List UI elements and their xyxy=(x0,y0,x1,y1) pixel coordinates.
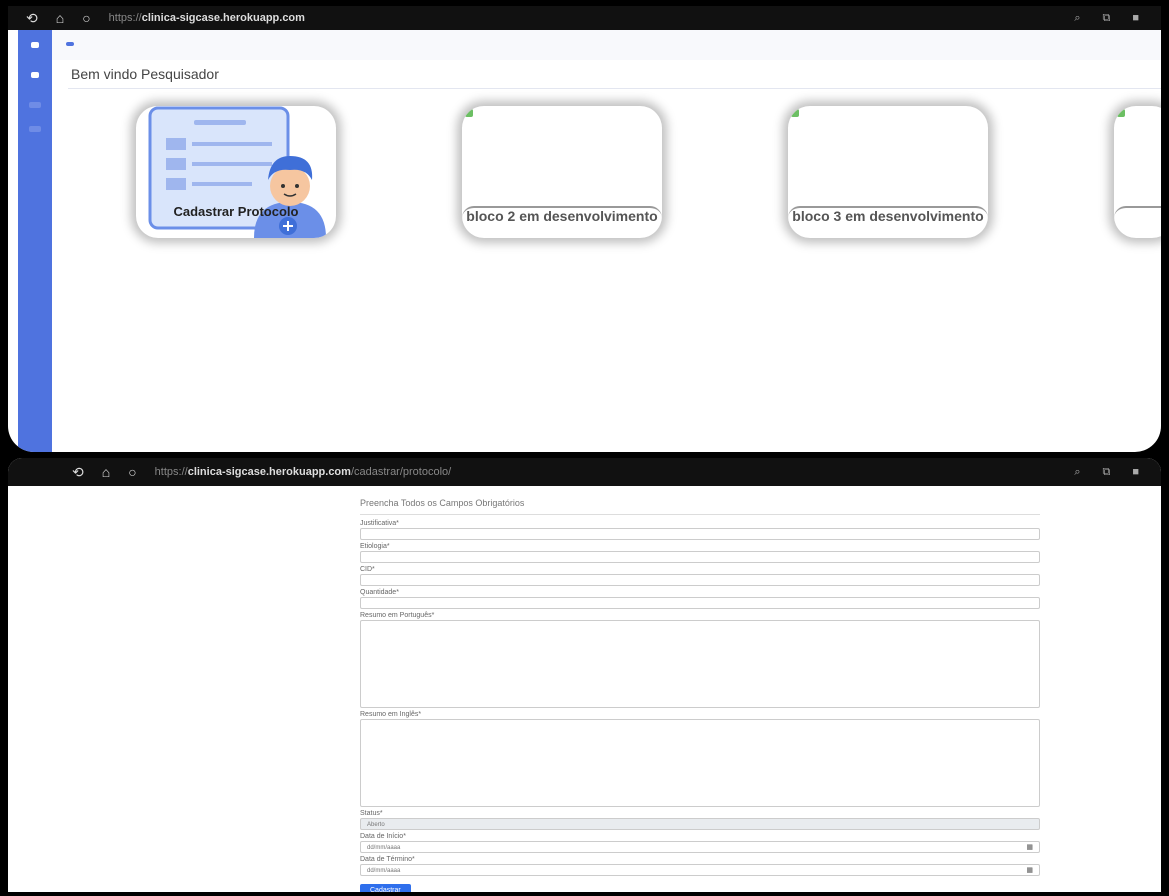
menu-toggle-icon[interactable] xyxy=(66,42,74,46)
address-bar[interactable]: https://clinica-sigcase.herokuapp.com/ca… xyxy=(155,466,452,478)
menu-icon[interactable]: ■ xyxy=(1132,12,1139,25)
card-label: bloco 3 em desenvolvimento xyxy=(792,208,984,224)
sidebar-item-icon[interactable] xyxy=(29,102,41,108)
cid-label: CID* xyxy=(360,566,375,573)
justificativa-field[interactable] xyxy=(360,528,1040,540)
card-bloco-4[interactable] xyxy=(1114,106,1161,238)
sidebar xyxy=(18,30,52,452)
sidebar-dashboard-icon[interactable] xyxy=(31,72,39,78)
form-title: Preencha Todos os Campos Obrigatórios xyxy=(360,498,525,508)
data-inicio-field[interactable]: dd/mm/aaaa ▦ xyxy=(360,841,1040,853)
resumo-en-textarea[interactable] xyxy=(360,719,1040,807)
resumo-en-label: Resumo em Inglês* xyxy=(360,711,422,718)
card-bloco-3[interactable]: bloco 3 em desenvolvimento xyxy=(788,106,988,238)
browser-toolbar: ⟲ ⌂ ○ https://clinica-sigcase.herokuapp.… xyxy=(8,6,1161,30)
browser-toolbar: ⟲ ⌂ ○ https://clinica-sigcase.herokuapp.… xyxy=(8,458,1161,486)
resumo-pt-textarea[interactable] xyxy=(360,620,1040,708)
broken-image-icon xyxy=(465,109,473,117)
menu-icon[interactable]: ■ xyxy=(1132,466,1139,479)
quantidade-label: Quantidade* xyxy=(360,589,399,596)
divider xyxy=(68,88,1161,89)
quantidade-field[interactable] xyxy=(360,597,1040,609)
data-termino-field[interactable]: dd/mm/aaaa ▦ xyxy=(360,864,1040,876)
sidebar-toggle-icon[interactable] xyxy=(31,42,39,48)
etiologia-field[interactable] xyxy=(360,551,1040,563)
sidebar-item-icon[interactable] xyxy=(29,126,41,132)
card-cadastrar-protocolo[interactable]: Cadastrar Protocolo xyxy=(136,106,336,238)
calendar-icon[interactable]: ▦ xyxy=(1026,842,1033,854)
card-bloco-2[interactable]: bloco 2 em desenvolvimento xyxy=(462,106,662,238)
submit-button[interactable]: Cadastrar xyxy=(360,884,411,892)
card-label: Cadastrar Protocolo xyxy=(173,204,299,219)
data-termino-label: Data de Término* xyxy=(360,856,415,863)
broken-image-icon xyxy=(791,109,799,117)
tabs-icon[interactable]: ⧉ xyxy=(1102,466,1110,479)
broken-image-icon xyxy=(1117,109,1125,117)
status-label: Status* xyxy=(360,810,383,817)
topbar xyxy=(52,30,1161,60)
page-title: Bem vindo Pesquisador xyxy=(71,66,219,82)
search-icon[interactable]: ⌕ xyxy=(1074,466,1080,479)
address-bar[interactable]: https://clinica-sigcase.herokuapp.com xyxy=(109,12,305,24)
resumo-pt-label: Resumo em Português* xyxy=(360,612,435,619)
home-icon[interactable]: ⌂ xyxy=(102,464,110,480)
home-icon[interactable]: ⌂ xyxy=(56,10,64,26)
etiologia-label: Etiologia* xyxy=(360,543,390,550)
search-icon[interactable]: ⌕ xyxy=(1074,12,1080,25)
justificativa-label: Justificativa* xyxy=(360,520,399,527)
cid-field[interactable] xyxy=(360,574,1040,586)
lock-icon: ○ xyxy=(128,464,137,480)
status-field: Aberto xyxy=(360,818,1040,830)
reload-icon[interactable]: ⟲ xyxy=(72,464,84,481)
calendar-icon[interactable]: ▦ xyxy=(1026,865,1033,877)
back-icon[interactable]: ⟲ xyxy=(26,10,38,27)
form-screenshot: ⟲ ⌂ ○ https://clinica-sigcase.herokuapp.… xyxy=(8,458,1161,892)
dashboard-screenshot: ⟲ ⌂ ○ https://clinica-sigcase.herokuapp.… xyxy=(8,6,1161,452)
data-inicio-label: Data de Início* xyxy=(360,833,406,840)
lock-icon: ○ xyxy=(82,10,91,26)
tabs-icon[interactable]: ⧉ xyxy=(1102,12,1110,25)
card-label: bloco 2 em desenvolvimento xyxy=(466,208,658,224)
protocol-form: Preencha Todos os Campos Obrigatórios Ju… xyxy=(360,498,1040,892)
